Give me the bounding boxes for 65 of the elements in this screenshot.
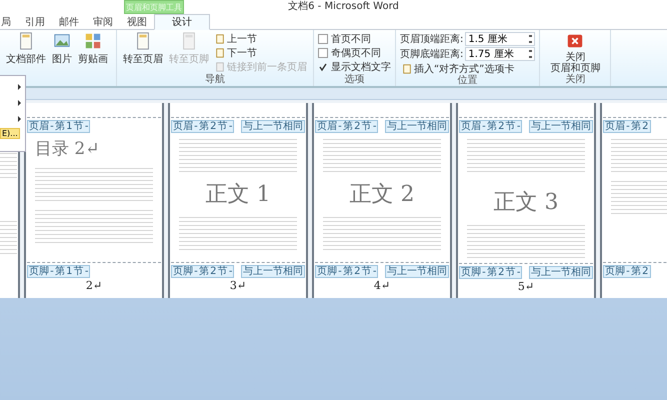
close-header-footer-button[interactable]: 关闭 页眉和页脚 xyxy=(544,32,606,74)
ribbon-tab[interactable]: 邮件 xyxy=(52,14,86,30)
page-number: 3↵ xyxy=(228,279,248,292)
footer-tag: 页脚 - 第 2 节 - xyxy=(171,265,234,278)
page-heading: 目录 2↵ xyxy=(35,138,100,160)
field-label: 页眉顶端距离: xyxy=(400,32,464,46)
footer-tag: 页脚 - 第 2 节 - xyxy=(459,266,522,279)
ribbon-button[interactable]: 剪贴画 xyxy=(76,32,110,86)
same-as-previous-tag: 与上一节相同 xyxy=(241,120,305,133)
same-as-previous-tag: 与上一节相同 xyxy=(385,265,449,278)
header-tag: 页眉 - 第 1 节 - xyxy=(27,120,90,133)
footer-tag: 页脚 - 第 2 xyxy=(603,265,651,278)
ribbon-tab[interactable]: 审阅 xyxy=(86,14,120,30)
contextual-tab-title: 页眉和页脚工具 xyxy=(124,0,184,14)
group-label: 关闭 xyxy=(564,74,586,86)
page-icon xyxy=(17,32,35,50)
window-title: 文档6 - Microsoft Word xyxy=(288,0,399,14)
footer-tag: 页脚 - 第 2 节 - xyxy=(315,265,378,278)
ribbon-tab[interactable]: 设计 xyxy=(154,14,210,30)
ribbon-button[interactable]: 上一节 xyxy=(213,32,309,45)
header-tag: 页眉 - 第 2 节 - xyxy=(459,120,522,133)
header-tag: 页眉 - 第 2 xyxy=(603,120,651,133)
group-label: 导航 xyxy=(204,74,226,86)
checkbox-icon xyxy=(318,48,328,58)
group-label: 选项 xyxy=(344,74,366,86)
spin-field[interactable]: 1.5 厘米 xyxy=(465,32,536,46)
same-as-previous-tag: 与上一节相同 xyxy=(385,120,449,133)
footer-tag: 页脚 - 第 1 节 - xyxy=(27,265,90,278)
page-heading: 正文 1 xyxy=(204,181,272,209)
menu-item[interactable]: E)... xyxy=(0,128,20,139)
ribbon-button[interactable]: 插入“对齐方式”选项卡 xyxy=(400,62,536,75)
checkbox[interactable]: 奇偶页不同 xyxy=(318,46,391,59)
checkmark-icon xyxy=(318,62,328,72)
picture-icon xyxy=(53,32,71,50)
spin-field[interactable]: 1.75 厘米 xyxy=(465,47,536,61)
submenu-arrow-icon xyxy=(18,84,21,90)
ribbon-button[interactable]: 转至页眉 xyxy=(121,32,165,74)
header-tag: 页眉 - 第 2 节 - xyxy=(171,120,234,133)
checkbox-icon xyxy=(318,34,328,44)
same-as-previous-tag: 与上一节相同 xyxy=(241,265,305,278)
page-heading: 正文 3 xyxy=(492,189,560,217)
page-number: 2↵ xyxy=(84,279,104,292)
page-number: 5↵ xyxy=(516,280,536,293)
ribbon-button[interactable]: 文档部件 xyxy=(4,32,48,86)
clipart-icon xyxy=(84,32,102,50)
same-as-previous-tag: 与上一节相同 xyxy=(529,266,593,279)
ribbon-tab[interactable]: 局 xyxy=(0,14,18,30)
submenu-arrow-icon xyxy=(18,116,21,122)
checkbox[interactable]: 显示文档文字 xyxy=(318,60,391,73)
ribbon-button[interactable]: 图片 xyxy=(50,32,74,86)
header-tag: 页眉 - 第 2 节 - xyxy=(315,120,378,133)
ribbon-button[interactable]: 下一节 xyxy=(213,46,309,59)
checkbox[interactable]: 首页不同 xyxy=(318,32,391,45)
submenu-arrow-icon xyxy=(18,100,21,106)
field-label: 页脚底端距离: xyxy=(400,48,464,61)
page-number: 4↵ xyxy=(372,279,392,292)
page-heading: 正文 2 xyxy=(348,181,416,209)
ribbon-tab[interactable]: 视图 xyxy=(120,14,154,30)
ribbon-tab[interactable]: 引用 xyxy=(18,14,52,30)
page-icon xyxy=(134,32,152,50)
page-icon xyxy=(180,32,198,50)
close-icon xyxy=(566,32,584,50)
group-label: 位置 xyxy=(456,75,479,87)
page-icon xyxy=(402,64,412,74)
same-as-previous-tag: 与上一节相同 xyxy=(529,120,593,133)
